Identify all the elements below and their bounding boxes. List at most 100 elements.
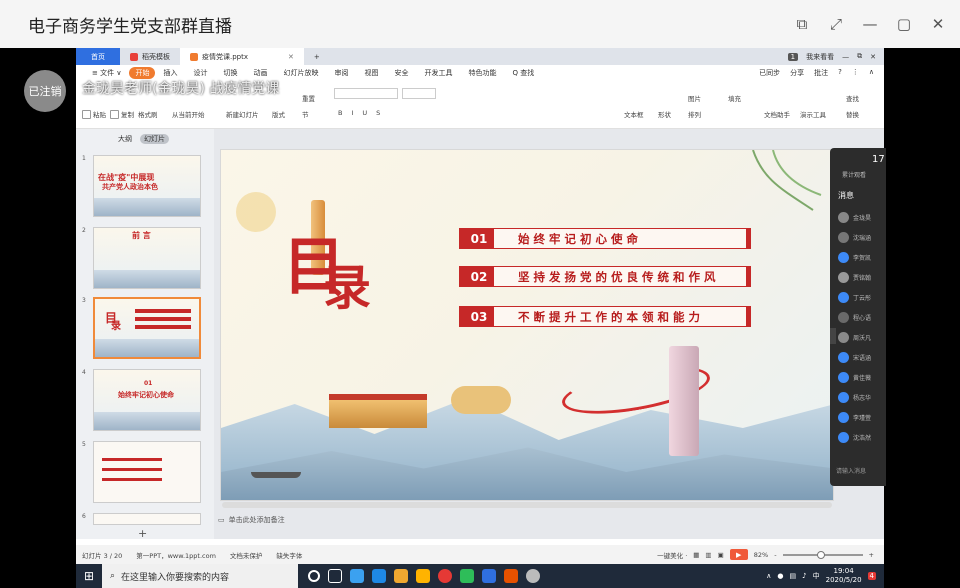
chat-input[interactable]: 请输入消息: [836, 466, 866, 475]
zoom-out-button[interactable]: -: [774, 551, 776, 559]
font-name-select[interactable]: [334, 88, 398, 99]
menu-security[interactable]: 安全: [386, 68, 416, 78]
tray-network-icon[interactable]: ▤: [790, 572, 797, 580]
menu-animation[interactable]: 动画: [245, 68, 275, 78]
shape-button[interactable]: 形状: [658, 109, 671, 119]
tab-close-icon[interactable]: ✕: [288, 53, 294, 61]
sync-status[interactable]: 已同步: [759, 68, 780, 78]
tab-outline[interactable]: 大纲: [118, 134, 132, 144]
minimize-icon[interactable]: —: [858, 12, 882, 36]
toc-item-1[interactable]: 01 始终牢记初心使命: [459, 228, 751, 249]
member-row[interactable]: 程心语: [838, 310, 886, 324]
member-row[interactable]: 宋语涵: [838, 350, 886, 364]
panel-collapse-handle[interactable]: [830, 328, 836, 344]
missing-font-button[interactable]: 缺失字体: [276, 550, 302, 560]
doc-assistant-button[interactable]: 文档助手: [764, 109, 790, 119]
share-button[interactable]: 分享: [790, 68, 804, 78]
taskbar-search[interactable]: ⌕ 在这里输入你要搜索的内容: [102, 564, 298, 588]
present-tools-button[interactable]: 演示工具: [800, 109, 826, 119]
beautify-button[interactable]: 一键美化 ·: [657, 550, 687, 560]
windows-start-icon[interactable]: ⊞: [76, 564, 102, 588]
zoom-level[interactable]: 82%: [754, 551, 768, 559]
italic-button[interactable]: I: [351, 109, 353, 117]
horizontal-scrollbar[interactable]: [222, 502, 832, 508]
tray-wechat-icon[interactable]: ●: [777, 572, 783, 580]
toc-item-2[interactable]: 02 坚持发扬党的优良传统和作风: [459, 266, 751, 287]
taskbar-clock[interactable]: 19:04 2020/5/20: [826, 567, 862, 585]
member-row[interactable]: 李贺凯: [838, 250, 886, 264]
tray-chevron-icon[interactable]: ∧: [766, 572, 771, 580]
strike-button[interactable]: S: [376, 109, 380, 117]
member-row[interactable]: 沈浩然: [838, 430, 886, 444]
maximize-icon[interactable]: ▢: [892, 12, 916, 36]
replace-button[interactable]: 替换: [846, 109, 859, 119]
slide-thumbnail-1[interactable]: 在战"疫"中展现 共产党人政治本色: [93, 155, 201, 217]
zoom-slider[interactable]: [782, 550, 863, 559]
slide-thumbnail-2[interactable]: 前 言: [93, 227, 201, 289]
member-row[interactable]: 周沃凡: [838, 330, 886, 344]
chrome-icon[interactable]: [438, 569, 452, 583]
slide-thumbnail-5[interactable]: [93, 441, 201, 503]
streamer-avatar[interactable]: 已注销: [24, 70, 66, 112]
protect-status[interactable]: 文档未保护: [230, 550, 263, 560]
cortana-icon[interactable]: [308, 570, 320, 582]
slideshow-play-button[interactable]: ▶: [729, 549, 748, 560]
notes-area[interactable]: ▭ 单击此处添加备注: [214, 513, 874, 527]
menu-view[interactable]: 视图: [356, 68, 386, 78]
slide-thumbnail-4[interactable]: 01 始终牢记初心使命: [93, 369, 201, 431]
layout-button[interactable]: 版式: [272, 109, 285, 119]
app-icon-2[interactable]: [504, 569, 518, 583]
menu-slideshow[interactable]: 幻灯片放映: [275, 68, 326, 78]
new-tab-button[interactable]: +: [304, 48, 330, 65]
fill-button[interactable]: 填充: [728, 93, 741, 103]
close-icon[interactable]: ✕: [926, 12, 950, 36]
notification-badge[interactable]: 4: [867, 572, 876, 580]
slide-thumbnail-6[interactable]: [93, 513, 201, 525]
wps-restore-icon[interactable]: ⧉: [857, 52, 862, 61]
user-app-icon[interactable]: [526, 569, 540, 583]
more-icon[interactable]: ⋮: [852, 68, 859, 78]
play-from-current-button[interactable]: 从当前开始: [172, 109, 205, 119]
member-row[interactable]: 黄佳薇: [838, 370, 886, 384]
font-size-select[interactable]: [402, 88, 436, 99]
tab-templates[interactable]: 稻壳模板: [120, 48, 180, 65]
tray-volume-icon[interactable]: ♪: [802, 572, 806, 580]
new-slide-button[interactable]: 新建幻灯片: [226, 109, 259, 119]
textbox-button[interactable]: 文本框: [624, 109, 644, 119]
store-icon[interactable]: [394, 569, 408, 583]
user-name[interactable]: 我来看看: [806, 52, 834, 62]
wechat-icon[interactable]: [460, 569, 474, 583]
reset-button[interactable]: 重置: [302, 93, 315, 103]
edge-icon[interactable]: [372, 569, 386, 583]
collapse-ribbon-icon[interactable]: ∧: [869, 68, 874, 78]
popout-icon[interactable]: ⧉: [790, 12, 814, 36]
slide-thumbnail-3[interactable]: 目 录: [93, 297, 201, 359]
folder-icon[interactable]: [416, 569, 430, 583]
tab-count-badge[interactable]: 1: [787, 52, 799, 61]
underline-button[interactable]: U: [362, 109, 367, 117]
section-button[interactable]: 节: [302, 109, 309, 119]
format-painter-button[interactable]: 格式刷: [138, 109, 158, 119]
sorter-view-icon[interactable]: ▥: [705, 551, 711, 559]
menu-design[interactable]: 设计: [185, 68, 215, 78]
arrange-button[interactable]: 排列: [688, 109, 701, 119]
toc-item-3[interactable]: 03 不断提升工作的本领和能力: [459, 306, 751, 327]
wps-minimize-icon[interactable]: —: [842, 53, 849, 61]
help-icon[interactable]: ?: [838, 68, 842, 78]
bold-button[interactable]: B: [338, 109, 342, 117]
tab-slides[interactable]: 幻灯片: [140, 134, 169, 144]
find-button[interactable]: 查找: [846, 93, 859, 103]
paste-button[interactable]: 粘贴: [82, 109, 106, 119]
menu-file[interactable]: ≡ 文件 ∨: [84, 68, 129, 78]
tab-document[interactable]: 疫情党课.pptx ✕: [180, 48, 304, 65]
tab-home[interactable]: 首页: [76, 48, 120, 65]
menu-insert[interactable]: 插入: [155, 68, 185, 78]
menu-search[interactable]: Q 查找: [504, 68, 542, 78]
comment-button[interactable]: 批注: [814, 68, 828, 78]
wps-icon[interactable]: [482, 569, 496, 583]
wps-close-icon[interactable]: ✕: [870, 53, 876, 61]
copy-button[interactable]: 复制: [110, 109, 134, 119]
add-slide-button[interactable]: +: [138, 527, 147, 540]
zoom-slider-knob[interactable]: [816, 550, 825, 559]
task-view-icon[interactable]: [328, 569, 342, 583]
